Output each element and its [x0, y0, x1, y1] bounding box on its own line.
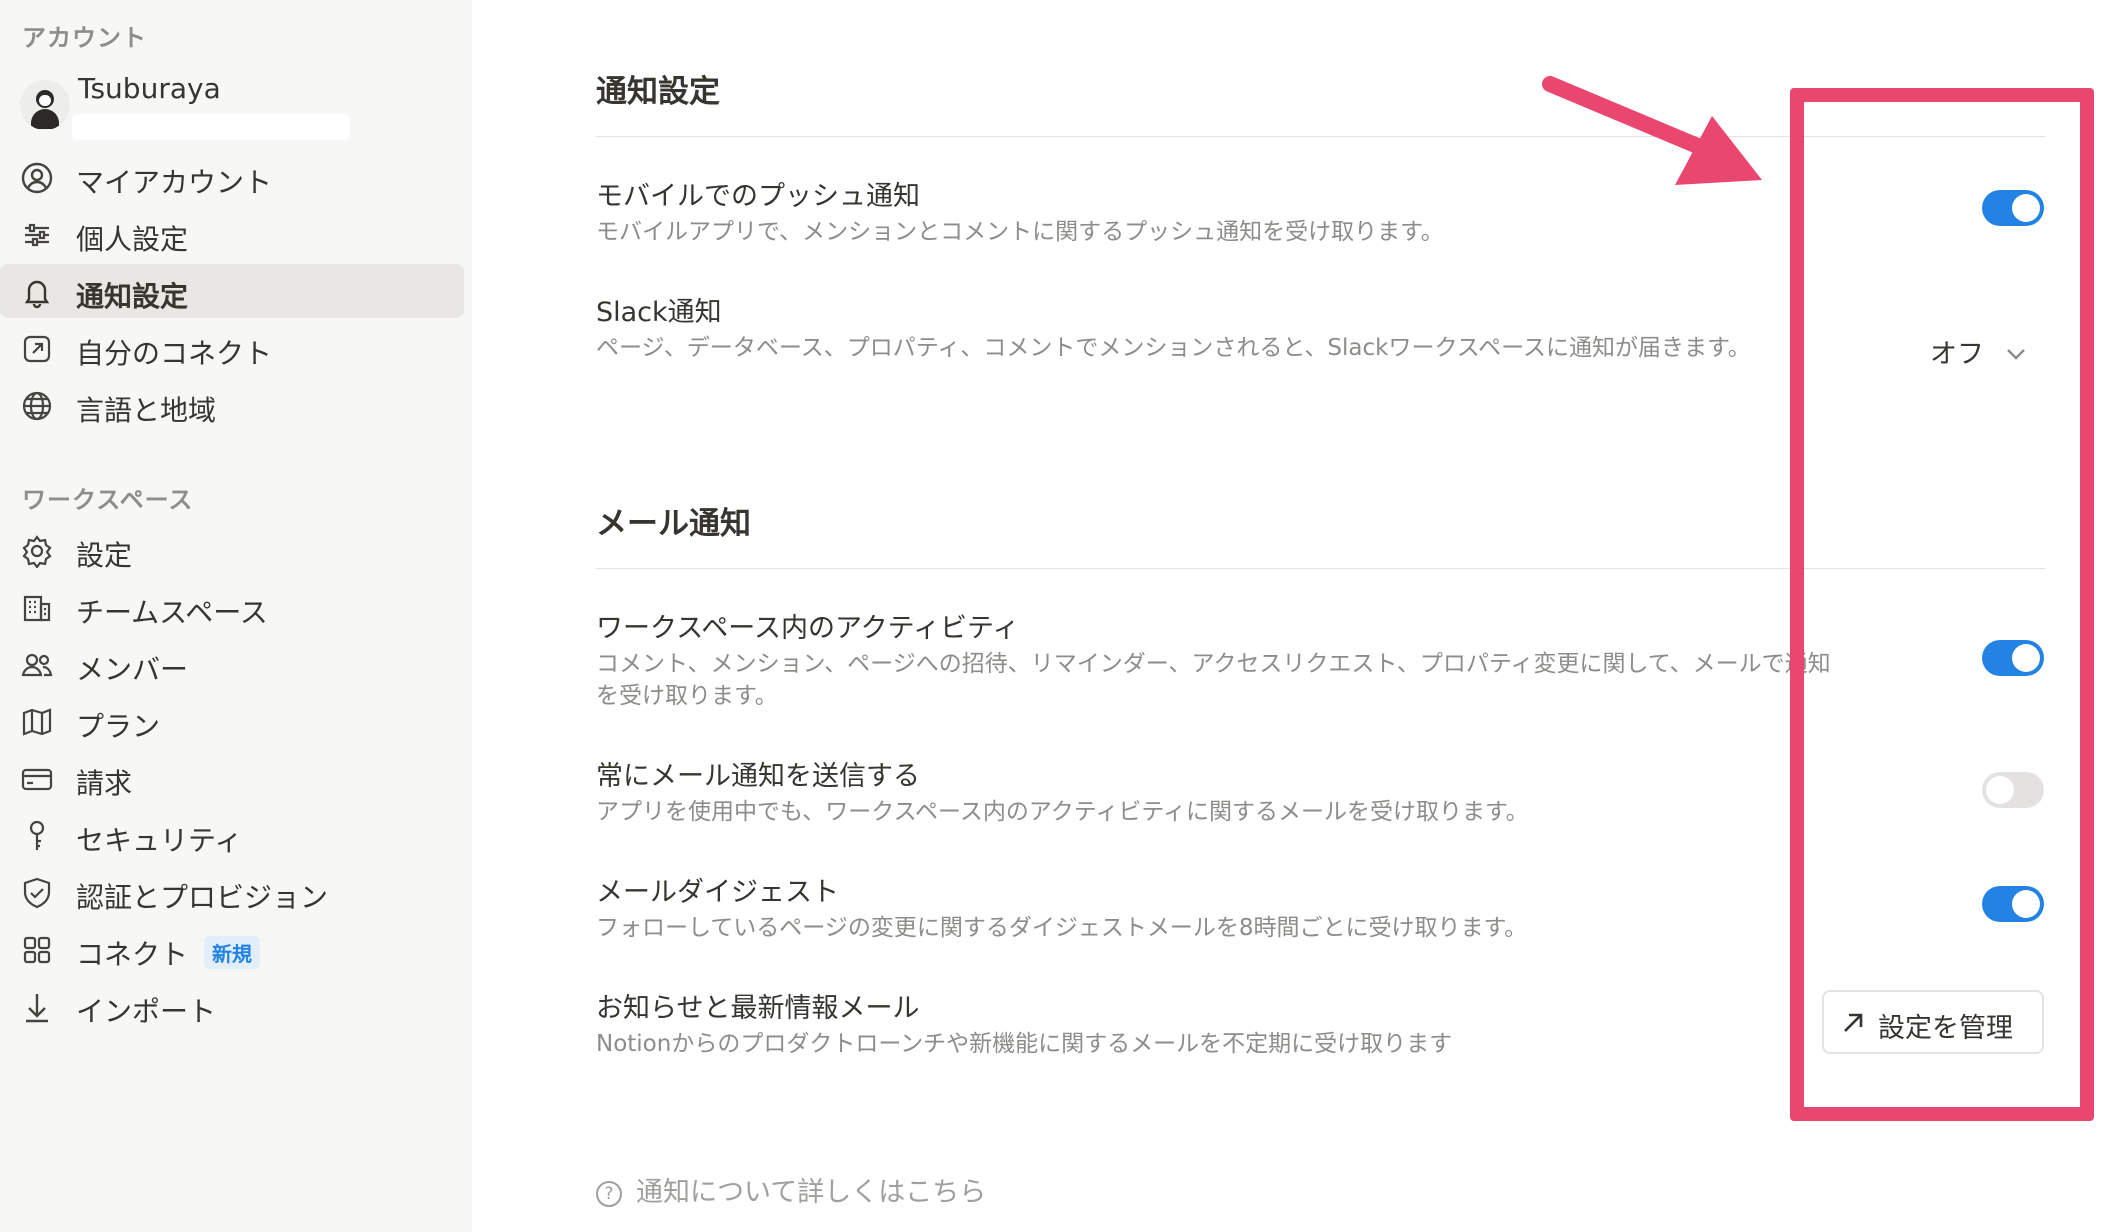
email-section-title: メール通知: [596, 506, 751, 542]
announcements-title: お知らせと最新情報メール: [596, 993, 920, 1024]
bell-icon: [20, 275, 54, 309]
sidebar-item-billing[interactable]: 請求: [0, 751, 464, 805]
credit-card-icon: [20, 762, 54, 796]
sidebar-item-label: 自分のコネクト: [76, 337, 273, 370]
sidebar-item-language-region[interactable]: 言語と地域: [0, 378, 464, 432]
digest-description: フォローしているページの変更に関するダイジェストメールを8時間ごとに受け取ります…: [596, 915, 1528, 941]
account-name: Tsuburaya: [78, 72, 221, 105]
help-circle-icon: ?: [596, 1181, 622, 1207]
grid-icon: [20, 933, 54, 967]
workspace-section-heading: ワークスペース: [22, 486, 194, 514]
users-icon: [20, 648, 54, 682]
workspace-activity-title: ワークスペース内のアクティビティ: [596, 613, 1020, 644]
mobile-push-title: モバイルでのプッシュ通知: [596, 181, 920, 212]
sidebar-item-label: 個人設定: [76, 223, 189, 256]
shield-check-icon: [20, 876, 54, 910]
sidebar-item-import[interactable]: インポート: [0, 979, 464, 1033]
sidebar-item-identity-provisioning[interactable]: 認証とプロビジョン: [0, 865, 464, 919]
digest-title: メールダイジェスト: [596, 877, 839, 908]
sidebar-item-label: 認証とプロビジョン: [76, 881, 329, 914]
sidebar-item-teamspaces[interactable]: チームスペース: [0, 580, 464, 634]
sidebar-item-label: 言語と地域: [76, 394, 217, 427]
sidebar-item-my-account[interactable]: マイアカウント: [0, 150, 464, 204]
annotation-highlight-box: [1790, 88, 2094, 1121]
account-profile: Tsuburaya: [16, 72, 350, 142]
key-icon: [20, 819, 54, 853]
sidebar-item-my-connections[interactable]: 自分のコネクト: [0, 321, 464, 375]
building-icon: [20, 591, 54, 625]
sidebar-item-notifications[interactable]: 通知設定: [0, 264, 464, 318]
always-email-description: アプリを使用中でも、ワークスペース内のアクティビティに関するメールを受け取ります…: [596, 799, 1529, 825]
download-icon: [20, 990, 54, 1024]
sidebar-item-label: コネクト 新規: [76, 933, 261, 973]
sidebar-item-label: インポート: [76, 995, 217, 1028]
sliders-icon: [20, 218, 54, 252]
notifications-help-link[interactable]: ? 通知について詳しくはこちら: [596, 1170, 986, 1209]
gear-icon: [20, 534, 54, 569]
globe-icon: [20, 389, 54, 423]
workspace-activity-description: コメント、メンション、ページへの招待、リマインダー、アクセスリクエスト、プロパテ…: [596, 651, 1831, 709]
mobile-push-description: モバイルアプリで、メンションとコメントに関するプッシュ通知を受け取ります。: [596, 219, 1444, 245]
sidebar-item-label: 請求: [76, 767, 133, 800]
settings-sidebar: アカウント Tsuburaya マイアカウント 個人設定 通知設定 自分のコネク…: [0, 0, 472, 1232]
slack-description: ページ、データベース、プロパティ、コメントでメンションされると、Slackワーク…: [596, 335, 1751, 361]
user-circle-icon: [20, 161, 54, 195]
sidebar-item-plans[interactable]: プラン: [0, 694, 464, 748]
sidebar-item-label: マイアカウント: [76, 166, 273, 199]
sidebar-item-label: セキュリティ: [76, 824, 243, 857]
help-link-label: 通知について詳しくはこちら: [636, 1177, 987, 1208]
always-email-title: 常にメール通知を送信する: [596, 761, 920, 792]
sidebar-item-label: プラン: [76, 710, 161, 743]
account-email-redacted: [72, 114, 350, 140]
new-badge: 新規: [204, 936, 261, 969]
sidebar-item-settings[interactable]: 設定: [0, 523, 464, 577]
sidebar-item-label: 通知設定: [76, 280, 189, 313]
sidebar-item-connections[interactable]: コネクト 新規: [0, 922, 464, 976]
sidebar-item-label: チームスペース: [76, 596, 268, 629]
avatar: [20, 80, 70, 130]
sidebar-item-security[interactable]: セキュリティ: [0, 808, 464, 862]
external-link-box-icon: [20, 332, 54, 366]
sidebar-item-members[interactable]: メンバー: [0, 637, 464, 691]
slack-title: Slack通知: [596, 297, 722, 328]
map-icon: [20, 705, 54, 739]
notifications-section-title: 通知設定: [596, 74, 720, 110]
sidebar-item-label: 設定: [76, 539, 133, 572]
sidebar-item-label: メンバー: [76, 653, 189, 686]
sidebar-item-preferences[interactable]: 個人設定: [0, 207, 464, 261]
announcements-description: Notionからのプロダクトローンチや新機能に関するメールを不定期に受け取ります: [596, 1031, 1453, 1057]
account-section-heading: アカウント: [22, 24, 147, 52]
